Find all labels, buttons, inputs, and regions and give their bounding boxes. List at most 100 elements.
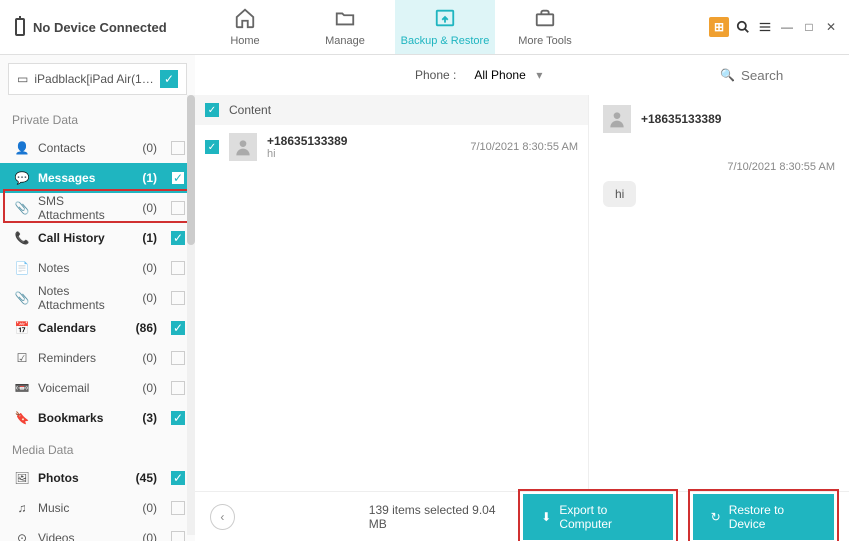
item-label: Contacts — [38, 141, 119, 155]
item-count: (0) — [127, 261, 157, 275]
music-icon: ♫ — [14, 501, 30, 515]
reminders-icon: ☑ — [14, 351, 30, 365]
search-icon: 🔍 — [720, 68, 735, 82]
sidebar-item-music[interactable]: ♫Music(0) — [0, 493, 195, 523]
content-header-label: Content — [229, 103, 271, 117]
sidebar-item-notes[interactable]: 📄 Notes (0) — [0, 253, 195, 283]
item-checkbox[interactable] — [171, 201, 185, 215]
tab-more-tools[interactable]: More Tools — [495, 0, 595, 54]
content-area: Phone : All Phone 🔍 ✓ Content ✓ — [195, 55, 849, 541]
item-label: Reminders — [38, 351, 119, 365]
avatar-icon — [229, 133, 257, 161]
tab-label: Manage — [325, 35, 365, 47]
select-all-checkbox[interactable]: ✓ — [205, 103, 219, 117]
item-count: (0) — [127, 141, 157, 155]
sidebar-item-bookmarks[interactable]: 🔖Bookmarks(3)✓ — [0, 403, 195, 433]
selection-status: 139 items selected 9.04 MB — [369, 503, 509, 531]
tab-label: More Tools — [518, 35, 572, 47]
maximize-icon[interactable]: □ — [801, 19, 817, 35]
phone-filter-select[interactable]: All Phone — [466, 64, 546, 86]
avatar-icon — [603, 105, 631, 133]
sidebar-item-notes-attachments[interactable]: 📎Notes Attachments(0) — [0, 283, 195, 313]
search-box[interactable]: 🔍 — [712, 64, 829, 87]
item-checkbox[interactable] — [171, 291, 185, 305]
item-checkbox[interactable] — [171, 351, 185, 365]
export-button[interactable]: ⬇ Export to Computer — [523, 494, 672, 540]
device-status: No Device Connected — [0, 18, 195, 36]
back-button[interactable]: ‹ — [210, 504, 235, 530]
device-status-text: No Device Connected — [33, 20, 167, 35]
nav-tabs: Home Manage Backup & Restore More Tools — [195, 0, 595, 54]
item-count: (0) — [127, 291, 157, 305]
restore-button[interactable]: ↻ Restore to Device — [693, 494, 834, 540]
item-count: (0) — [127, 351, 157, 365]
sidebar-item-reminders[interactable]: ☑ Reminders (0) — [0, 343, 195, 373]
sidebar-item-messages[interactable]: 💬Messages(1)✓ — [0, 163, 195, 193]
item-label: Messages — [38, 171, 119, 185]
message-list: ✓ Content ✓ +18635133389 hi 7/10/2021 8:… — [195, 95, 589, 491]
scrollbar-thumb[interactable] — [187, 95, 195, 245]
call-icon: 📞 — [14, 231, 30, 245]
item-checkbox[interactable] — [171, 501, 185, 515]
export-icon: ⬇ — [541, 510, 551, 524]
sidebar-item-sms-attachments[interactable]: 📎SMS Attachments(0) — [0, 193, 195, 223]
minimize-icon[interactable]: — — [779, 19, 795, 35]
cart-icon[interactable]: ⊞ — [709, 17, 729, 37]
item-label: Videos — [38, 531, 119, 541]
item-checkbox[interactable]: ✓ — [171, 411, 185, 425]
tab-backup-restore[interactable]: Backup & Restore — [395, 0, 495, 54]
voicemail-icon: 📼 — [14, 381, 30, 395]
item-checkbox[interactable] — [171, 261, 185, 275]
sidebar-item-voicemail[interactable]: 📼 Voicemail (0) — [0, 373, 195, 403]
row-checkbox[interactable]: ✓ — [205, 140, 219, 154]
notes-icon: 📄 — [14, 261, 30, 275]
item-checkbox[interactable] — [171, 531, 185, 541]
sidebar: ▭ iPadblack[iPad Air(12.5... ✓ Private D… — [0, 55, 195, 541]
item-label: Notes — [38, 261, 119, 275]
item-checkbox[interactable]: ✓ — [171, 471, 185, 485]
detail-time: 7/10/2021 8:30:55 AM — [603, 161, 835, 173]
close-icon[interactable]: ✕ — [823, 19, 839, 35]
message-row[interactable]: ✓ +18635133389 hi 7/10/2021 8:30:55 AM — [195, 125, 588, 169]
tablet-icon: ▭ — [17, 72, 28, 86]
sidebar-item-photos[interactable]: 🖼 Photos (45) ✓ — [0, 463, 195, 493]
calendar-icon: 📅 — [14, 321, 30, 335]
item-checkbox[interactable]: ✓ — [171, 321, 185, 335]
item-checkbox[interactable] — [171, 141, 185, 155]
search-icon[interactable] — [735, 19, 751, 35]
sidebar-item-videos[interactable]: ⊙Videos(0) — [0, 523, 195, 541]
message-preview: hi — [267, 148, 460, 160]
item-label: Voicemail — [38, 381, 119, 395]
photos-icon: 🖼 — [14, 471, 30, 485]
item-checkbox[interactable]: ✓ — [171, 171, 185, 185]
contacts-icon: 👤 — [14, 141, 30, 155]
message-detail: +18635133389 7/10/2021 8:30:55 AM hi — [589, 95, 849, 491]
item-checkbox[interactable] — [171, 381, 185, 395]
item-checkbox[interactable]: ✓ — [171, 231, 185, 245]
tab-home[interactable]: Home — [195, 0, 295, 54]
item-count: (0) — [127, 381, 157, 395]
checkbox-icon[interactable]: ✓ — [160, 70, 178, 88]
scrollbar[interactable] — [187, 95, 195, 535]
message-time: 7/10/2021 8:30:55 AM — [470, 141, 578, 153]
item-count: (45) — [127, 471, 157, 485]
footer-bar: ‹ 139 items selected 9.04 MB ⬇ Export to… — [195, 491, 849, 541]
item-count: (0) — [127, 531, 157, 541]
message-number: +18635133389 — [267, 134, 460, 148]
sidebar-item-calendars[interactable]: 📅Calendars(86)✓ — [0, 313, 195, 343]
item-count: (0) — [127, 201, 157, 215]
tab-manage[interactable]: Manage — [295, 0, 395, 54]
backup-icon — [434, 7, 456, 32]
device-name: iPadblack[iPad Air(12.5... — [34, 72, 154, 86]
menu-icon[interactable] — [757, 19, 773, 35]
item-count: (3) — [127, 411, 157, 425]
item-label: Music — [38, 501, 119, 515]
item-label: Photos — [38, 471, 119, 485]
sidebar-item-contacts[interactable]: 👤 Contacts (0) — [0, 133, 195, 163]
device-selector[interactable]: ▭ iPadblack[iPad Air(12.5... ✓ — [8, 63, 187, 95]
phone-filter-label: Phone : — [415, 68, 456, 82]
notes-attach-icon: 📎 — [14, 291, 30, 305]
detail-header: +18635133389 — [603, 105, 835, 133]
sidebar-item-call-history[interactable]: 📞Call History(1)✓ — [0, 223, 195, 253]
search-input[interactable] — [741, 68, 821, 83]
